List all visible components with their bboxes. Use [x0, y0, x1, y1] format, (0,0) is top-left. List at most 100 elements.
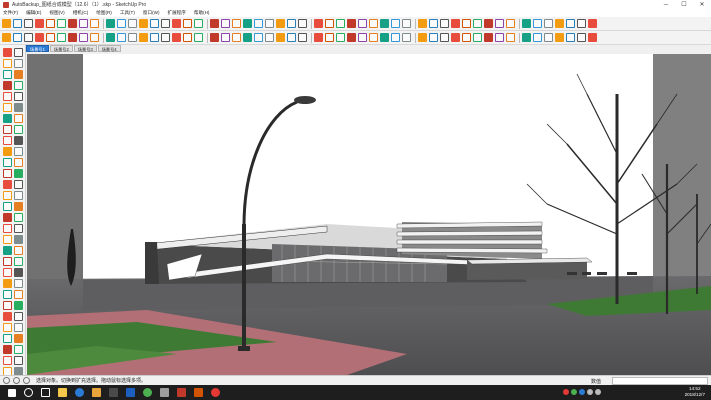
toolbar1-tool-icon[interactable] [555, 19, 564, 28]
left-tool-icon[interactable] [14, 180, 23, 189]
left-tool-icon[interactable] [3, 70, 12, 79]
toolbar1-tool-icon[interactable] [325, 19, 334, 28]
photoshop-icon[interactable] [126, 388, 135, 397]
left-tool-icon[interactable] [14, 169, 23, 178]
left-tool-icon[interactable] [14, 92, 23, 101]
left-tool-icon[interactable] [14, 290, 23, 299]
left-tool-icon[interactable] [14, 202, 23, 211]
left-tool-icon[interactable] [3, 136, 12, 145]
toolbar1-tool-icon[interactable] [298, 19, 307, 28]
toolbar1-tool-icon[interactable] [232, 19, 241, 28]
left-tool-icon[interactable] [3, 334, 12, 343]
toolbar1-tool-icon[interactable] [462, 19, 471, 28]
toolbar2-tool-icon[interactable] [106, 33, 115, 42]
menu-tools[interactable]: 工具(T) [120, 10, 135, 16]
toolbar1-tool-icon[interactable] [588, 19, 597, 28]
left-tool-icon[interactable] [14, 235, 23, 244]
toolbar1-tool-icon[interactable] [391, 19, 400, 28]
toolbar2-tool-icon[interactable] [265, 33, 274, 42]
toolbar2-tool-icon[interactable] [495, 33, 504, 42]
left-tool-icon[interactable] [14, 158, 23, 167]
toolbar1-tool-icon[interactable] [506, 19, 515, 28]
toolbar2-tool-icon[interactable] [128, 33, 137, 42]
folder-icon[interactable] [92, 388, 101, 397]
volume-icon[interactable] [595, 389, 601, 395]
menu-draw[interactable]: 绘图(R) [96, 10, 112, 16]
toolbar1-tool-icon[interactable] [544, 19, 553, 28]
tray-icon[interactable] [571, 389, 577, 395]
toolbar1-tool-icon[interactable] [484, 19, 493, 28]
left-tool-icon[interactable] [14, 334, 23, 343]
toolbar2-tool-icon[interactable] [544, 33, 553, 42]
left-tool-icon[interactable] [3, 125, 12, 134]
left-tool-icon[interactable] [3, 257, 12, 266]
toolbar1-tool-icon[interactable] [128, 19, 137, 28]
toolbar1-tool-icon[interactable] [495, 19, 504, 28]
toolbar2-tool-icon[interactable] [566, 33, 575, 42]
network-icon[interactable] [587, 389, 593, 395]
maximize-button[interactable]: ☐ [675, 0, 693, 9]
geo-location-icon[interactable] [3, 377, 10, 384]
toolbar2-tool-icon[interactable] [429, 33, 438, 42]
menu-view[interactable]: 视图(V) [49, 10, 64, 16]
toolbar2-tool-icon[interactable] [298, 33, 307, 42]
toolbar1-tool-icon[interactable] [380, 19, 389, 28]
toolbar2-tool-icon[interactable] [172, 33, 181, 42]
left-tool-icon[interactable] [14, 147, 23, 156]
toolbar1-tool-icon[interactable] [473, 19, 482, 28]
toolbar2-tool-icon[interactable] [24, 33, 33, 42]
left-tool-icon[interactable] [3, 356, 12, 365]
toolbar2-tool-icon[interactable] [194, 33, 203, 42]
left-tool-icon[interactable] [14, 224, 23, 233]
toolbar2-tool-icon[interactable] [380, 33, 389, 42]
toolbar1-tool-icon[interactable] [440, 19, 449, 28]
minimize-button[interactable]: ─ [657, 0, 675, 9]
toolbar1-tool-icon[interactable] [68, 19, 77, 28]
toolbar1-tool-icon[interactable] [418, 19, 427, 28]
toolbar1-tool-icon[interactable] [369, 19, 378, 28]
toolbar2-tool-icon[interactable] [2, 33, 11, 42]
toolbar2-tool-icon[interactable] [314, 33, 323, 42]
toolbar2-tool-icon[interactable] [254, 33, 263, 42]
menu-file[interactable]: 文件(F) [3, 10, 18, 16]
left-tool-icon[interactable] [3, 301, 12, 310]
left-tool-icon[interactable] [3, 268, 12, 277]
toolbar1-tool-icon[interactable] [57, 19, 66, 28]
toolbar1-tool-icon[interactable] [358, 19, 367, 28]
toolbar1-tool-icon[interactable] [210, 19, 219, 28]
left-tool-icon[interactable] [14, 114, 23, 123]
toolbar1-tool-icon[interactable] [243, 19, 252, 28]
toolbar1-tool-icon[interactable] [265, 19, 274, 28]
windows-start-icon[interactable] [8, 388, 16, 397]
tray-icon[interactable] [563, 389, 569, 395]
sketchup-taskbar-icon[interactable] [177, 388, 186, 397]
toolbar2-tool-icon[interactable] [369, 33, 378, 42]
toolbar1-tool-icon[interactable] [139, 19, 148, 28]
left-tool-icon[interactable] [14, 59, 23, 68]
toolbar1-tool-icon[interactable] [276, 19, 285, 28]
left-tool-icon[interactable] [3, 345, 12, 354]
left-tool-icon[interactable] [3, 158, 12, 167]
toolbar1-tool-icon[interactable] [451, 19, 460, 28]
left-tool-icon[interactable] [3, 235, 12, 244]
toolbar2-tool-icon[interactable] [90, 33, 99, 42]
left-tool-icon[interactable] [3, 81, 12, 90]
toolbar1-tool-icon[interactable] [522, 19, 531, 28]
left-tool-icon[interactable] [3, 59, 12, 68]
toolbar1-tool-icon[interactable] [79, 19, 88, 28]
toolbar2-tool-icon[interactable] [440, 33, 449, 42]
toolbar1-tool-icon[interactable] [161, 19, 170, 28]
left-tool-icon[interactable] [3, 213, 12, 222]
menu-window[interactable]: 窗口(W) [143, 10, 160, 16]
model-viewport[interactable] [27, 54, 711, 375]
toolbar1-tool-icon[interactable] [287, 19, 296, 28]
credits-icon[interactable] [13, 377, 20, 384]
edge-browser-icon[interactable] [75, 388, 84, 397]
toolbar1-tool-icon[interactable] [566, 19, 575, 28]
toolbar1-tool-icon[interactable] [533, 19, 542, 28]
left-tool-icon[interactable] [3, 224, 12, 233]
left-tool-icon[interactable] [14, 323, 23, 332]
toolbar2-tool-icon[interactable] [139, 33, 148, 42]
left-tool-icon[interactable] [14, 279, 23, 288]
toolbar2-tool-icon[interactable] [533, 33, 542, 42]
